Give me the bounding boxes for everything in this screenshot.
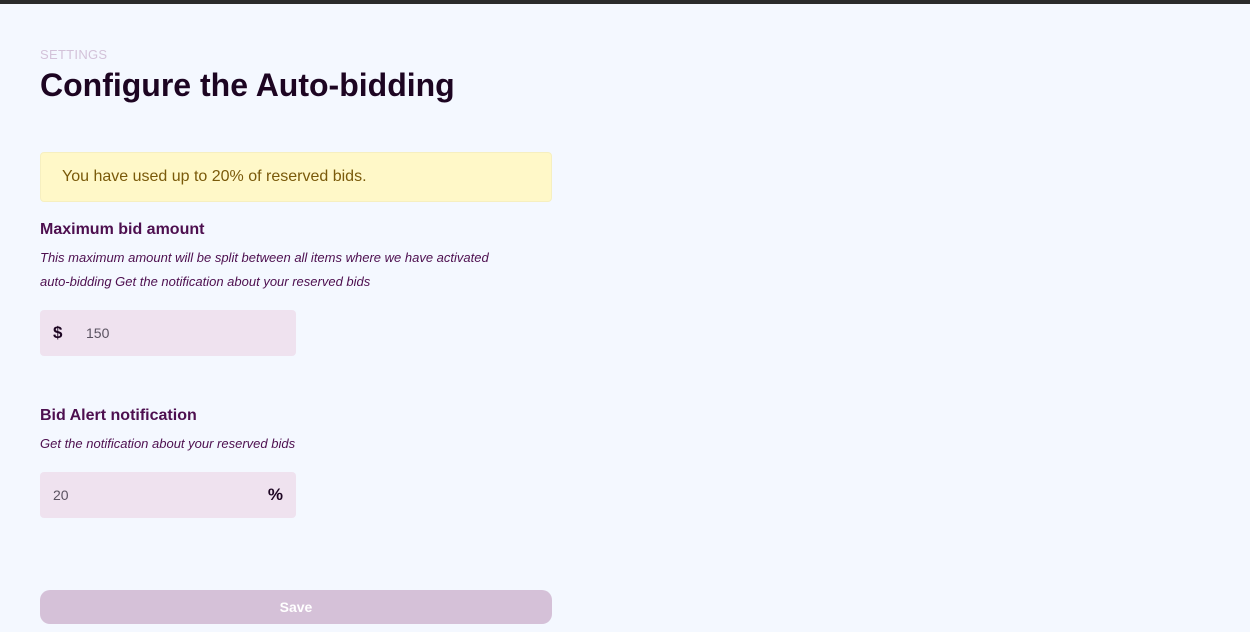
usage-alert-text: You have used up to 20% of reserved bids…	[62, 168, 367, 185]
bid-alert-title: Bid Alert notification	[40, 407, 197, 424]
section-eyebrow: SETTINGS	[40, 47, 108, 62]
save-button[interactable]: Save	[40, 590, 552, 624]
max-bid-description: This maximum amount will be split betwee…	[40, 250, 489, 289]
bid-alert-description: Get the notification about your reserved…	[40, 436, 296, 451]
window-top-bar	[0, 0, 1250, 4]
max-bid-title: Maximum bid amount	[40, 221, 205, 238]
dollar-prefix: $	[53, 323, 63, 342]
bid-alert-input-group: %	[40, 472, 296, 518]
usage-alert: You have used up to 20% of reserved bids…	[40, 152, 552, 202]
bid-alert-input[interactable]	[53, 472, 253, 518]
page-title: Configure the Auto-bidding	[40, 67, 455, 103]
max-bid-input[interactable]	[86, 310, 286, 356]
percent-suffix: %	[267, 485, 283, 504]
max-bid-input-group: $	[40, 310, 296, 356]
